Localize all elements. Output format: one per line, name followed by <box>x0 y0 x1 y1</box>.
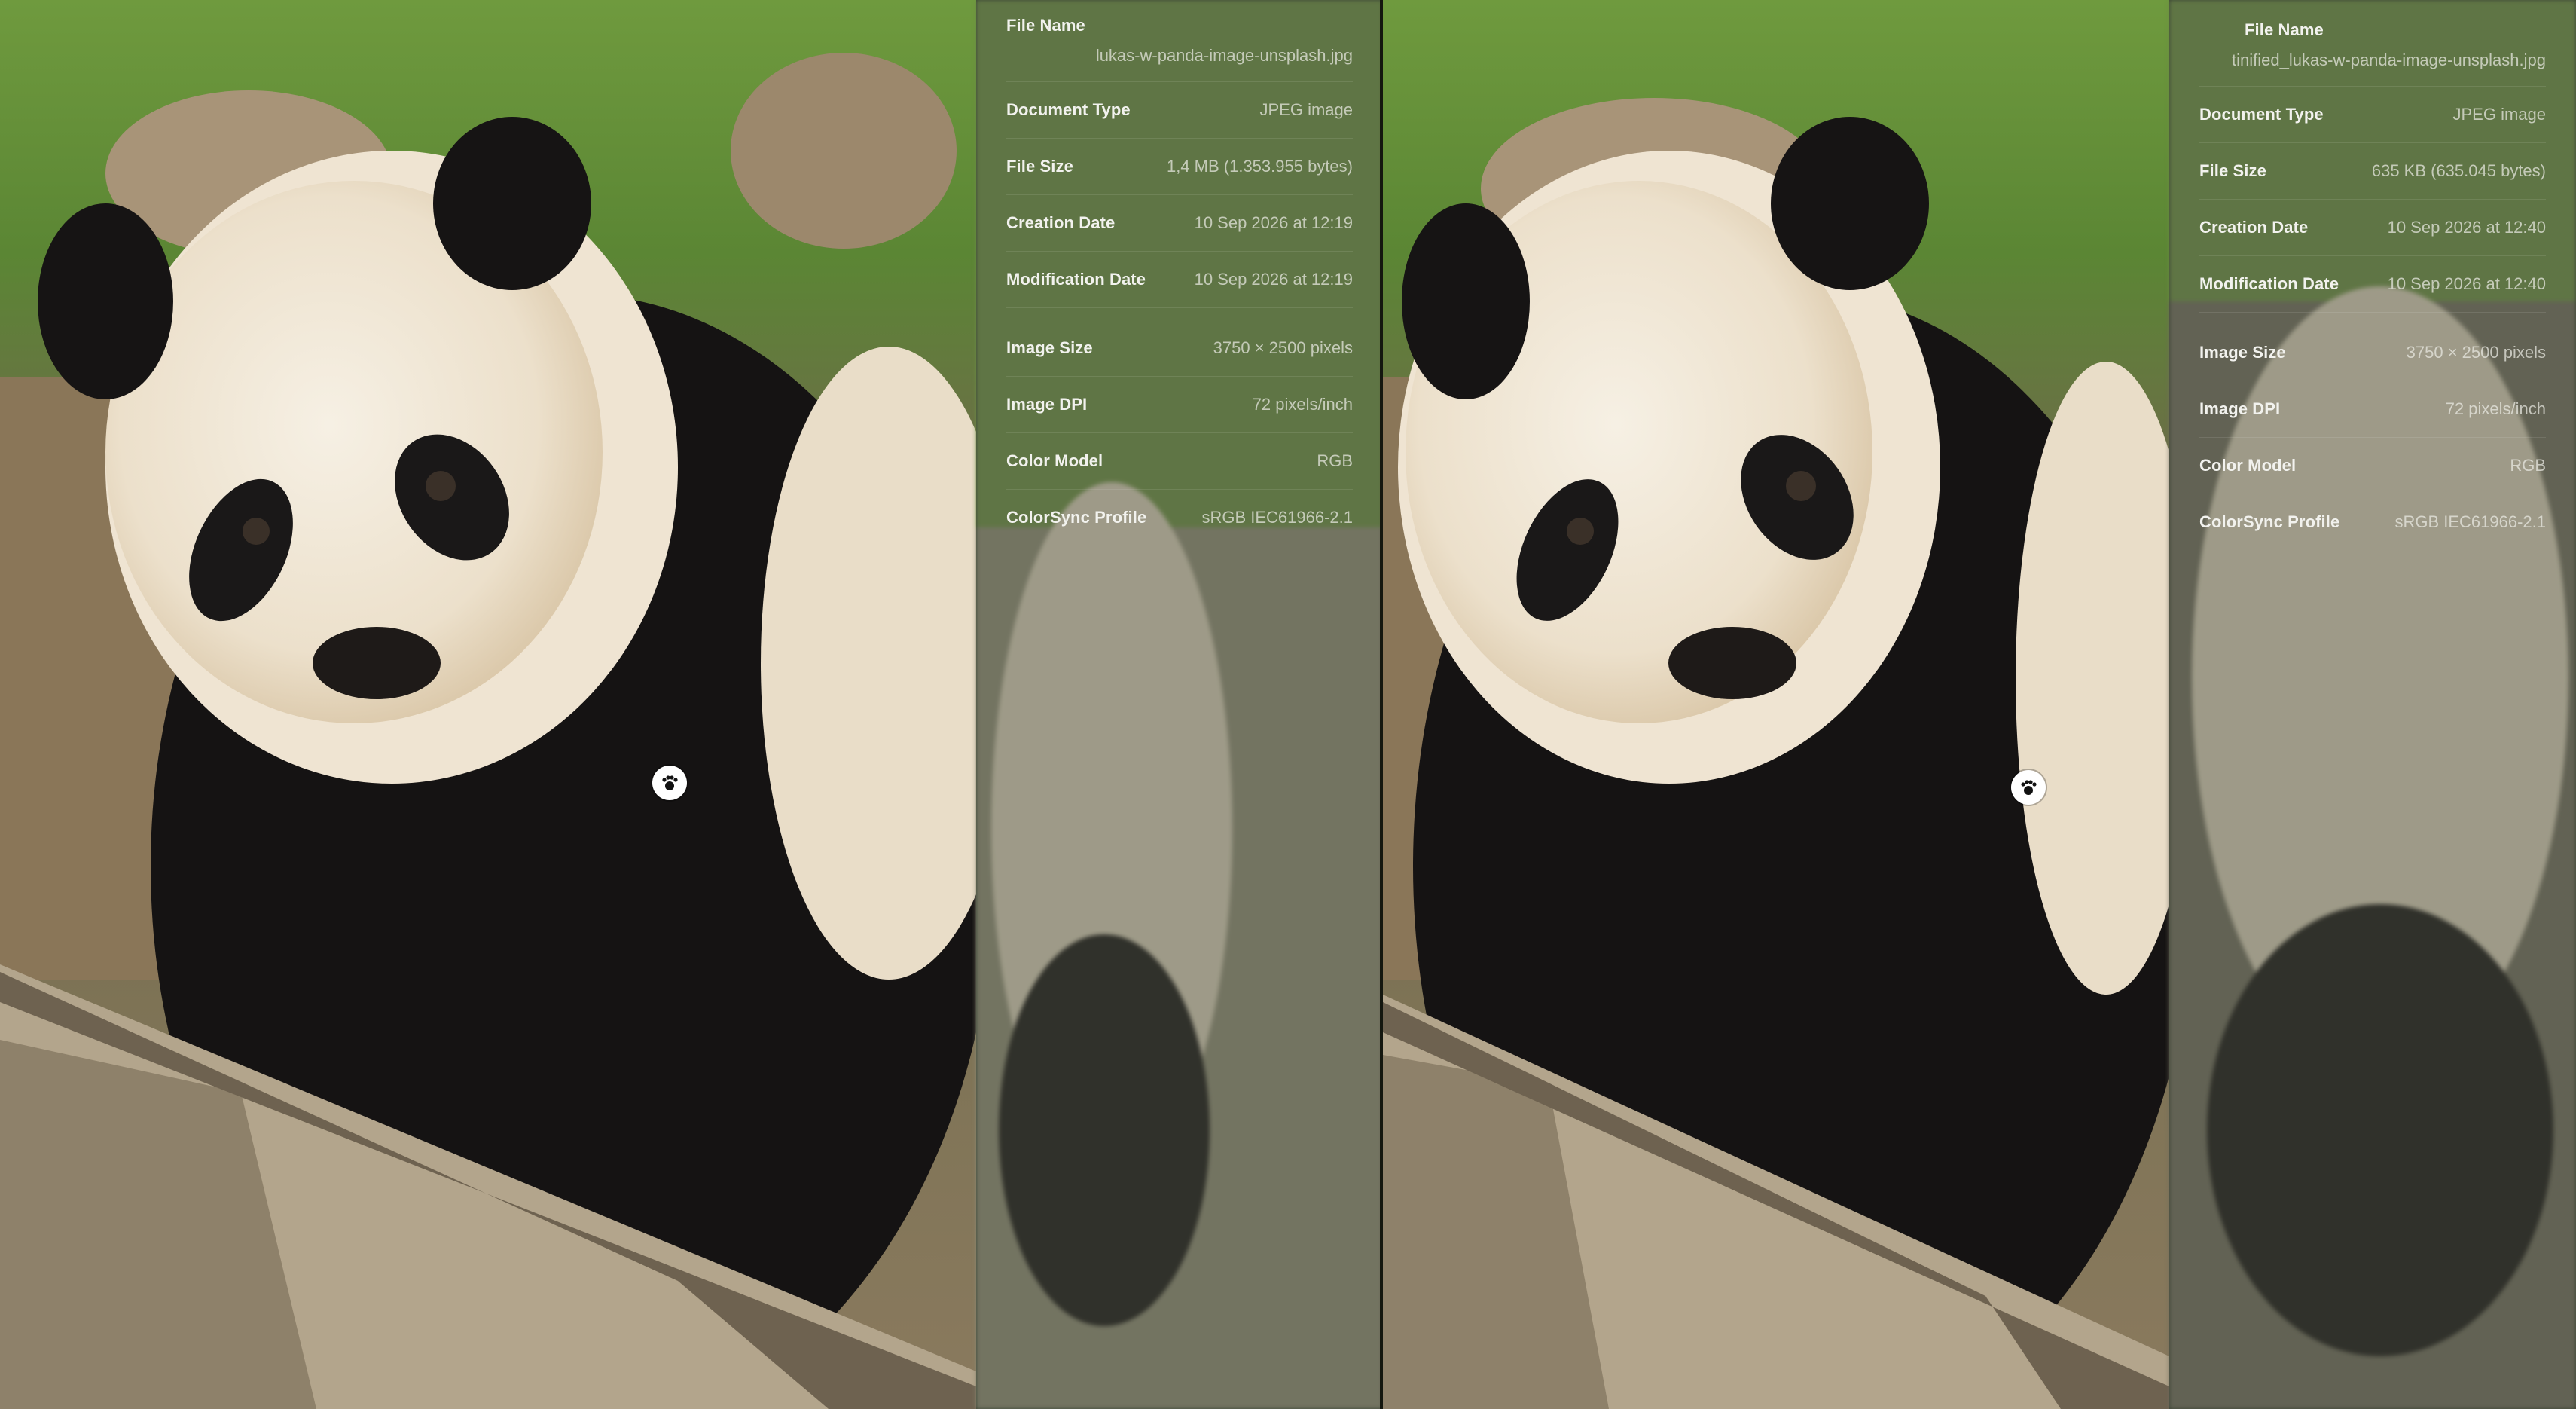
paw-icon[interactable] <box>652 766 687 800</box>
detail-label: Document Type <box>1006 100 1131 119</box>
detail-value: 3750 × 2500 pixels <box>1213 338 1353 357</box>
detail-row-document-type: Document Type JPEG image <box>2199 87 2546 143</box>
detail-label: Modification Date <box>2199 274 2339 293</box>
detail-value: RGB <box>1317 451 1353 470</box>
detail-row-image-size: Image Size 3750 × 2500 pixels <box>1006 320 1353 377</box>
detail-row-creation-date: Creation Date 10 Sep 2026 at 12:40 <box>2199 200 2546 256</box>
file-name-label: File Name <box>2245 20 2324 39</box>
detail-value: 72 pixels/inch <box>1252 395 1353 414</box>
detail-label: File Size <box>1006 157 1073 176</box>
detail-label: Color Model <box>1006 451 1103 470</box>
detail-value: sRGB IEC61966-2.1 <box>2394 512 2546 531</box>
detail-row-creation-date: Creation Date 10 Sep 2026 at 12:19 <box>1006 195 1353 252</box>
detail-label: Document Type <box>2199 105 2324 124</box>
comparison-view: File Name lukas-w-panda-image-unsplash.j… <box>0 0 2576 1409</box>
detail-row-color-model: Color Model RGB <box>1006 433 1353 490</box>
detail-value: 10 Sep 2026 at 12:40 <box>2387 274 2546 293</box>
detail-value: 10 Sep 2026 at 12:40 <box>2387 218 2546 237</box>
detail-row-colorsync-profile: ColorSync Profile sRGB IEC61966-2.1 <box>1006 490 1353 546</box>
detail-value: 72 pixels/inch <box>2445 399 2546 418</box>
file-info-panel: File Name tinified_lukas-w-panda-image-u… <box>2169 0 2576 1409</box>
detail-value: 3750 × 2500 pixels <box>2406 343 2546 362</box>
detail-row-color-model: Color Model RGB <box>2199 438 2546 494</box>
panda-photo-compressed <box>1383 0 2169 1409</box>
paw-icon[interactable] <box>2011 770 2046 805</box>
detail-row-colorsync-profile: ColorSync Profile sRGB IEC61966-2.1 <box>2199 494 2546 550</box>
detail-label: Creation Date <box>2199 218 2309 237</box>
detail-row-image-dpi: Image DPI 72 pixels/inch <box>1006 377 1353 433</box>
file-name-row: File Name lukas-w-panda-image-unsplash.j… <box>1006 0 1353 82</box>
file-details-list: File Name lukas-w-panda-image-unsplash.j… <box>1006 0 1353 546</box>
file-name-value[interactable]: lukas-w-panda-image-unsplash.jpg <box>1096 46 1353 66</box>
file-name-row: File Name tinified_lukas-w-panda-image-u… <box>2199 5 2546 87</box>
detail-value: 10 Sep 2026 at 12:19 <box>1194 213 1353 232</box>
detail-label: Image DPI <box>1006 395 1088 414</box>
detail-value: RGB <box>2510 456 2546 475</box>
file-info-panel: File Name lukas-w-panda-image-unsplash.j… <box>976 0 1383 1409</box>
detail-label: Image DPI <box>2199 399 2281 418</box>
detail-value: 635 KB (635.045 bytes) <box>2371 161 2546 180</box>
detail-label: ColorSync Profile <box>1006 508 1147 527</box>
detail-label: Image Size <box>2199 343 2286 362</box>
detail-value: JPEG image <box>2452 105 2547 124</box>
detail-row-file-size: File Size 1,4 MB (1.353.955 bytes) <box>1006 139 1353 195</box>
detail-label: Modification Date <box>1006 270 1146 289</box>
detail-value: 1,4 MB (1.353.955 bytes) <box>1166 157 1353 176</box>
panda-photo-original <box>0 0 976 1409</box>
detail-row-modification-date: Modification Date 10 Sep 2026 at 12:40 <box>2199 256 2546 313</box>
detail-label: Color Model <box>2199 456 2297 475</box>
detail-value: 10 Sep 2026 at 12:19 <box>1194 270 1353 289</box>
detail-label: ColorSync Profile <box>2199 512 2340 531</box>
compressed-image-pane: File Name tinified_lukas-w-panda-image-u… <box>1383 0 2576 1409</box>
file-name-label: File Name <box>1006 16 1085 35</box>
detail-label: Creation Date <box>1006 213 1116 232</box>
file-name-value[interactable]: tinified_lukas-w-panda-image-unsplash.jp… <box>2232 50 2546 70</box>
detail-row-image-size: Image Size 3750 × 2500 pixels <box>2199 325 2546 381</box>
detail-value: JPEG image <box>1259 100 1354 119</box>
detail-label: Image Size <box>1006 338 1093 357</box>
detail-row-modification-date: Modification Date 10 Sep 2026 at 12:19 <box>1006 252 1353 308</box>
file-details-list: File Name tinified_lukas-w-panda-image-u… <box>2199 5 2546 550</box>
detail-value: sRGB IEC61966-2.1 <box>1201 508 1353 527</box>
original-image-pane: File Name lukas-w-panda-image-unsplash.j… <box>0 0 1383 1409</box>
detail-row-document-type: Document Type JPEG image <box>1006 82 1353 139</box>
detail-label: File Size <box>2199 161 2266 180</box>
detail-row-file-size: File Size 635 KB (635.045 bytes) <box>2199 143 2546 200</box>
detail-row-image-dpi: Image DPI 72 pixels/inch <box>2199 381 2546 438</box>
